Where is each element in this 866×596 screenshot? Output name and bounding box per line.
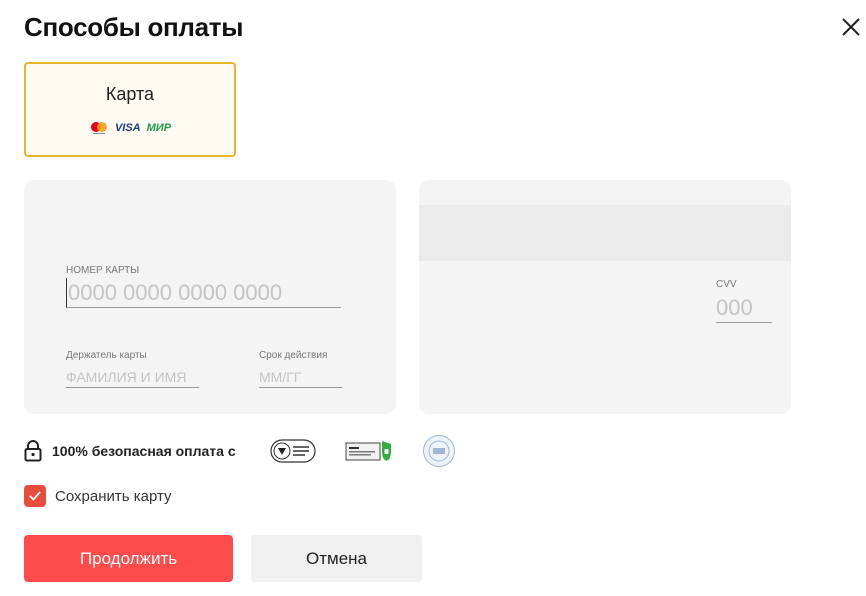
save-card-label: Сохранить карту [55, 487, 172, 505]
pci-badge-icon [423, 435, 455, 467]
card-number-input[interactable] [66, 278, 341, 308]
mir-logo-icon: МИР [146, 122, 172, 134]
save-card-option[interactable]: Сохранить карту [24, 485, 172, 507]
iso-badge-icon [270, 439, 316, 463]
card-front: НОМЕР КАРТЫ Держатель карты Срок действи… [24, 180, 396, 414]
card-holder-input[interactable] [66, 366, 199, 388]
payment-method-label: Карта [105, 84, 155, 104]
cvv-label: CVV [716, 279, 737, 290]
close-icon[interactable] [840, 16, 862, 38]
checkmark-icon [29, 491, 41, 501]
visa-logo-icon: VISA [114, 122, 141, 134]
cancel-button[interactable]: Отмена [251, 535, 422, 582]
ssl-badge-icon [345, 441, 391, 461]
security-text: 100% безопасная оплата с [52, 443, 236, 459]
save-card-checkbox[interactable] [24, 485, 46, 507]
continue-button[interactable]: Продолжить [24, 535, 233, 582]
cvv-input[interactable] [716, 293, 772, 323]
lock-icon [24, 440, 42, 462]
security-notice: 100% безопасная оплата с [24, 438, 236, 464]
expiry-label: Срок действия [259, 350, 328, 361]
card-logos: VISA МИР [26, 121, 234, 135]
card-back: CVV [419, 180, 791, 414]
dialog-title: Способы оплаты [24, 12, 244, 42]
mastercard-logo-icon [90, 122, 107, 134]
expiry-input[interactable] [259, 366, 342, 388]
card-number-label: НОМЕР КАРТЫ [66, 265, 140, 276]
magnetic-stripe [419, 205, 791, 261]
payment-method-card[interactable]: Карта VISA МИР [24, 62, 236, 157]
card-holder-label: Держатель карты [66, 350, 147, 361]
